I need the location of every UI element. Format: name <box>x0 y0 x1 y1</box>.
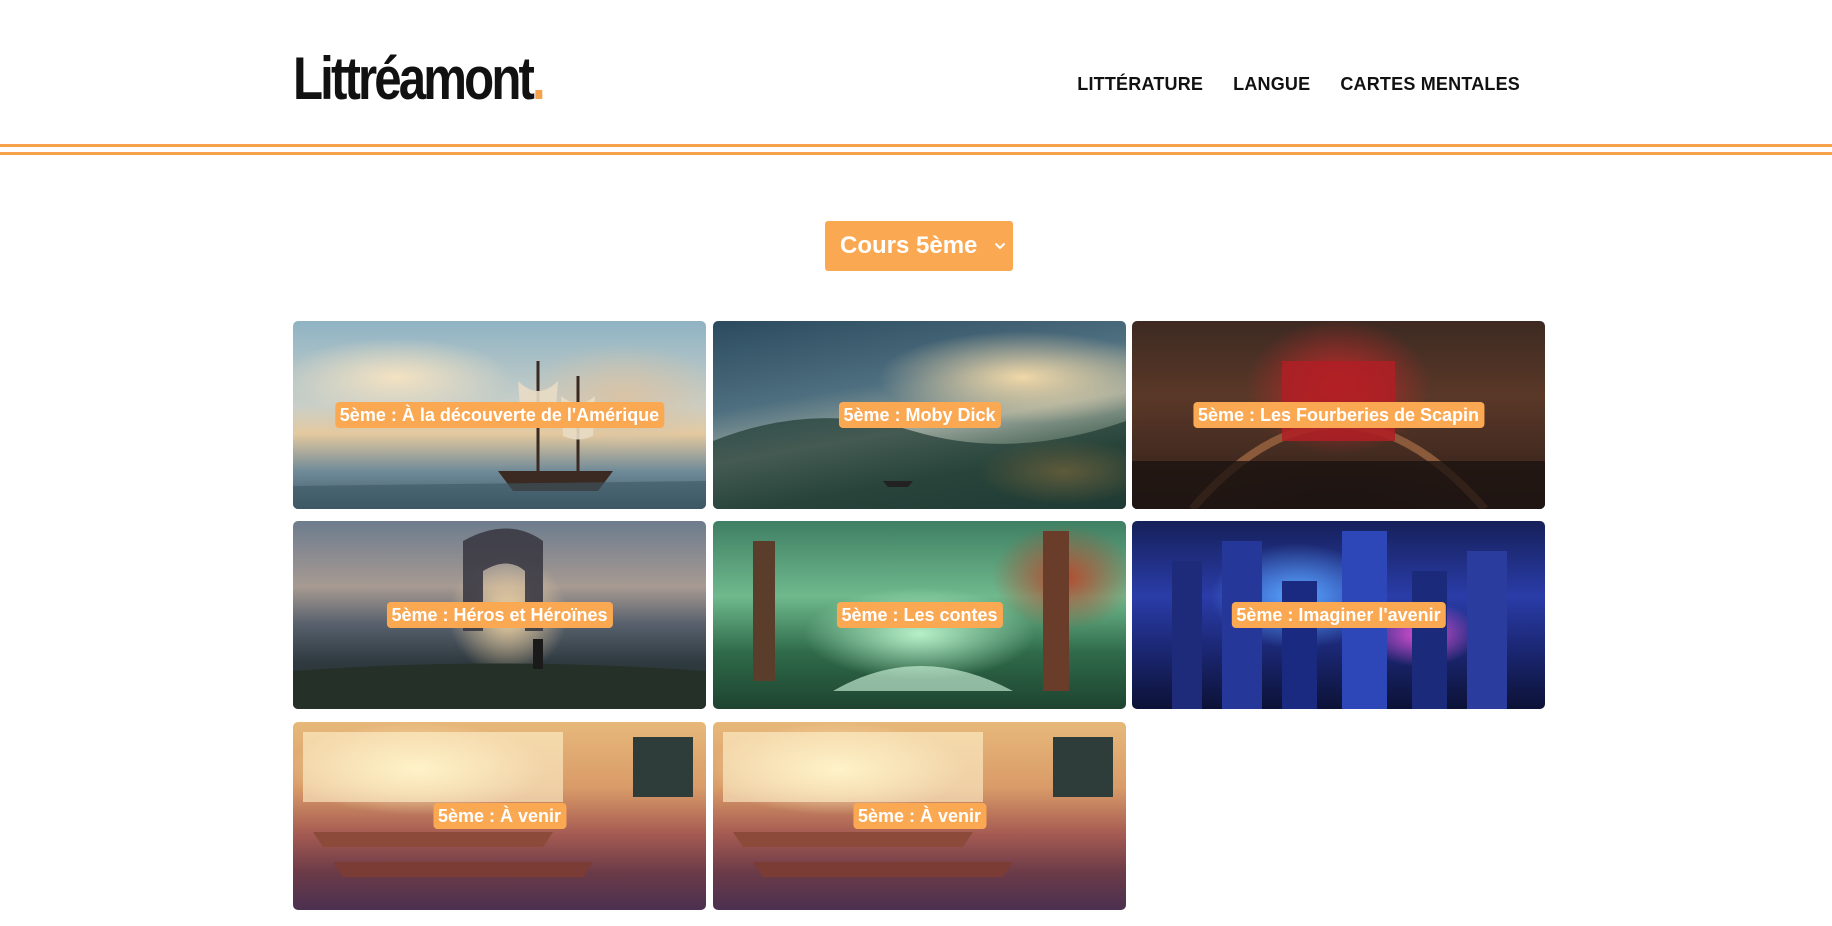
card-title: 5ème : À venir <box>852 803 987 829</box>
card-title: 5ème : Les Fourberies de Scapin <box>1192 402 1485 428</box>
main-nav: LITTÉRATURE LANGUE CARTES MENTALES <box>1077 72 1520 96</box>
logo-dot: . <box>532 45 546 112</box>
course-card-heros[interactable]: 5ème : Héros et Héroïnes <box>293 521 706 709</box>
card-title: 5ème : Moby Dick <box>838 402 1001 428</box>
card-title: 5ème : Héros et Héroïnes <box>386 602 613 628</box>
course-card-contes[interactable]: 5ème : Les contes <box>713 521 1126 709</box>
logo-text: Littréamont <box>293 45 535 112</box>
course-select-value: Cours 5ème <box>840 232 978 259</box>
nav-item-litterature[interactable]: LITTÉRATURE <box>1077 72 1203 96</box>
card-title: 5ème : À la découverte de l'Amérique <box>334 402 665 428</box>
header-divider-top <box>0 144 1832 147</box>
course-card-a-venir-2[interactable]: 5ème : À venir <box>713 722 1126 910</box>
card-title: 5ème : Les contes <box>836 602 1003 628</box>
header-divider-bottom <box>0 152 1832 155</box>
course-card-scapin[interactable]: 5ème : Les Fourberies de Scapin <box>1132 321 1545 509</box>
card-title: 5ème : Imaginer l'avenir <box>1231 602 1446 628</box>
nav-item-langue[interactable]: LANGUE <box>1233 72 1310 96</box>
site-logo[interactable]: Littréamont. <box>293 44 546 114</box>
chevron-down-icon <box>995 243 1005 249</box>
site-header: Littréamont. LITTÉRATURE LANGUE CARTES M… <box>0 0 1832 160</box>
course-card-avenir-imaginer[interactable]: 5ème : Imaginer l'avenir <box>1132 521 1545 709</box>
course-card-moby-dick[interactable]: 5ème : Moby Dick <box>713 321 1126 509</box>
course-card-a-venir-1[interactable]: 5ème : À venir <box>293 722 706 910</box>
course-card-amerique[interactable]: 5ème : À la découverte de l'Amérique <box>293 321 706 509</box>
nav-item-cartes-mentales[interactable]: CARTES MENTALES <box>1340 72 1520 96</box>
card-title: 5ème : À venir <box>432 803 567 829</box>
course-select[interactable]: Cours 5ème <box>825 221 1013 271</box>
